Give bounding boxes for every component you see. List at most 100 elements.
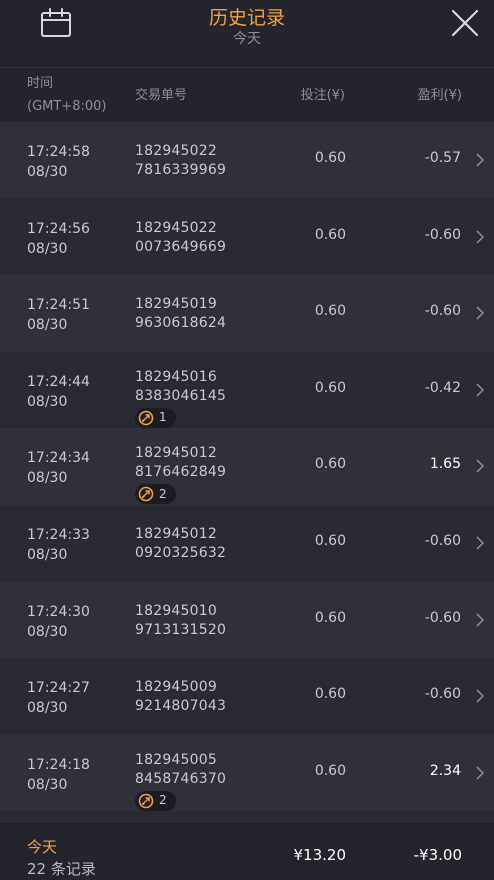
row-date: 08/30 [27,623,68,640]
row-bet: 0.60 [314,303,346,320]
row-bet: 0.60 [314,686,346,703]
record-count: 22 条记录 [27,860,96,878]
row-id-line1: 182945016 [135,368,217,385]
row-id-cell: 182945005 8458746370 2 [135,751,226,815]
row-id-cell: 182945012 8176462849 2 [135,444,226,508]
free-spin-badge: 2 [135,790,176,811]
chevron-right-icon [476,230,484,244]
row-profit: -0.60 [424,226,461,243]
row-id-line1: 182945022 [135,219,217,236]
row-id-line2: 8458746370 [135,770,227,787]
row-date: 08/30 [27,317,68,334]
row-time-cell: 17:24:51 08/30 [27,295,90,335]
time-column-label: 时间 [27,76,54,91]
title-block: 历史记录 今天 [0,6,494,48]
total-profit: -¥3.00 [413,846,462,864]
row-date: 08/30 [27,776,68,793]
row-id-cell: 182945019 9630618624 [135,295,226,333]
row-bet: 0.60 [314,379,346,396]
row-date: 08/30 [27,546,68,563]
row-time: 17:24:33 [27,526,90,543]
transaction-row[interactable]: 17:24:34 08/30 182945012 8176462849 2 0.60 1.6… [0,428,494,505]
row-profit: -0.60 [424,686,461,703]
time-column-header: 时间 (GMT+8:00) [27,72,106,118]
transaction-row[interactable]: 17:24:44 08/30 182945016 8383046145 1 0.60 -0.… [0,351,494,432]
row-id-line1: 182945005 [135,751,217,768]
row-time-cell: 17:24:27 08/30 [27,678,90,718]
row-bet: 0.60 [314,609,346,626]
row-time-cell: 17:24:58 08/30 [27,142,90,182]
row-date: 08/30 [27,393,68,410]
close-icon[interactable] [450,8,480,38]
chevron-right-icon [476,306,484,320]
row-time-cell: 17:24:18 08/30 [27,755,90,795]
row-id-line2: 0073649669 [135,238,227,255]
row-id-line1: 182945009 [135,679,217,696]
row-id-line2: 8176462849 [135,464,227,481]
page-subtitle: 今天 [233,31,261,47]
column-header: 时间 (GMT+8:00) 交易单号 投注(¥) 盈利(¥) [0,68,494,122]
calendar-icon[interactable] [40,8,72,38]
summary-footer: 今天 22 条记录 ¥13.20 -¥3.00 [0,821,494,880]
chevron-right-icon [476,383,484,397]
transaction-row[interactable]: 17:24:18 08/30 182945005 8458746370 2 0.60 2.3… [0,734,494,815]
row-id-line1: 182945010 [135,602,217,619]
row-profit: -0.60 [424,532,461,549]
row-profit: -0.60 [424,609,461,626]
row-id-cell: 182945016 8383046145 1 [135,368,226,432]
row-time: 17:24:34 [27,450,90,467]
row-bet: 0.60 [314,226,346,243]
chevron-right-icon [476,689,484,703]
row-id-line2: 8383046145 [135,387,227,404]
transaction-row[interactable]: 17:24:27 08/30 182945009 9214807043 0.60 -0.6… [0,658,494,735]
row-profit: -0.42 [424,379,461,396]
chevron-right-icon [476,153,484,167]
chevron-right-icon [476,459,484,473]
header: 历史记录 今天 [0,0,494,68]
row-time-cell: 17:24:34 08/30 [27,448,90,488]
row-id-line2: 9214807043 [135,698,227,715]
free-spin-badge: 1 [135,407,176,428]
row-bet: 0.60 [314,762,346,779]
row-bet: 0.60 [314,150,346,166]
row-id-line1: 182945019 [135,296,217,313]
bet-column-header: 投注(¥) [300,88,345,103]
row-date: 08/30 [27,700,68,717]
row-id-cell: 182945009 9214807043 [135,678,226,716]
free-spin-icon [138,487,154,502]
row-profit: 1.65 [429,456,461,473]
transaction-row[interactable]: 17:24:58 08/30 182945022 7816339969 0.60 -0.5… [0,122,494,199]
history-screen: 历史记录 今天 时间 (GMT+8:00) 交易单号 投注(¥) 盈利(¥) 1… [0,0,494,880]
row-time: 17:24:30 [27,603,90,620]
row-id-cell: 182945010 9713131520 [135,602,226,640]
row-id-line1: 182945012 [135,445,217,462]
row-time: 17:24:27 [27,680,90,697]
row-id-line2: 7816339969 [135,162,227,178]
transaction-list[interactable]: 17:24:58 08/30 182945022 7816339969 0.60 -0.5… [0,122,494,821]
timezone-label: (GMT+8:00) [27,99,107,114]
row-time: 17:24:58 [27,144,90,160]
row-date: 08/30 [27,240,68,257]
chevron-right-icon [476,766,484,780]
free-spin-icon [138,793,154,809]
row-date: 08/30 [27,470,68,487]
row-time: 17:24:56 [27,220,90,237]
chevron-right-icon [476,613,484,627]
free-spin-count: 2 [159,486,167,501]
transaction-row[interactable]: 17:24:51 08/30 182945019 9630618624 0.60 -0.6… [0,275,494,352]
transaction-row[interactable]: 17:24:30 08/30 182945010 9713131520 0.60 -0.6… [0,581,494,659]
row-id-cell: 182945022 0073649669 [135,219,226,257]
row-time-cell: 17:24:30 08/30 [27,602,90,642]
summary-day: 今天 [27,838,58,856]
row-profit: -0.60 [424,303,461,320]
transaction-row[interactable]: 17:24:56 08/30 182945022 0073649669 0.60 -0.6… [0,198,494,276]
row-time-cell: 17:24:56 08/30 [27,219,90,259]
row-time: 17:24:44 [27,373,90,390]
row-profit: -0.57 [424,150,461,166]
chevron-right-icon [476,536,484,550]
free-spin-count: 2 [159,793,167,808]
row-id-cell: 182945022 7816339969 [135,142,226,180]
transaction-row[interactable]: 17:24:33 08/30 182945012 0920325632 0.60 -0.6… [0,504,494,582]
page-title: 历史记录 [208,7,285,29]
row-id-line1: 182945022 [135,143,217,159]
